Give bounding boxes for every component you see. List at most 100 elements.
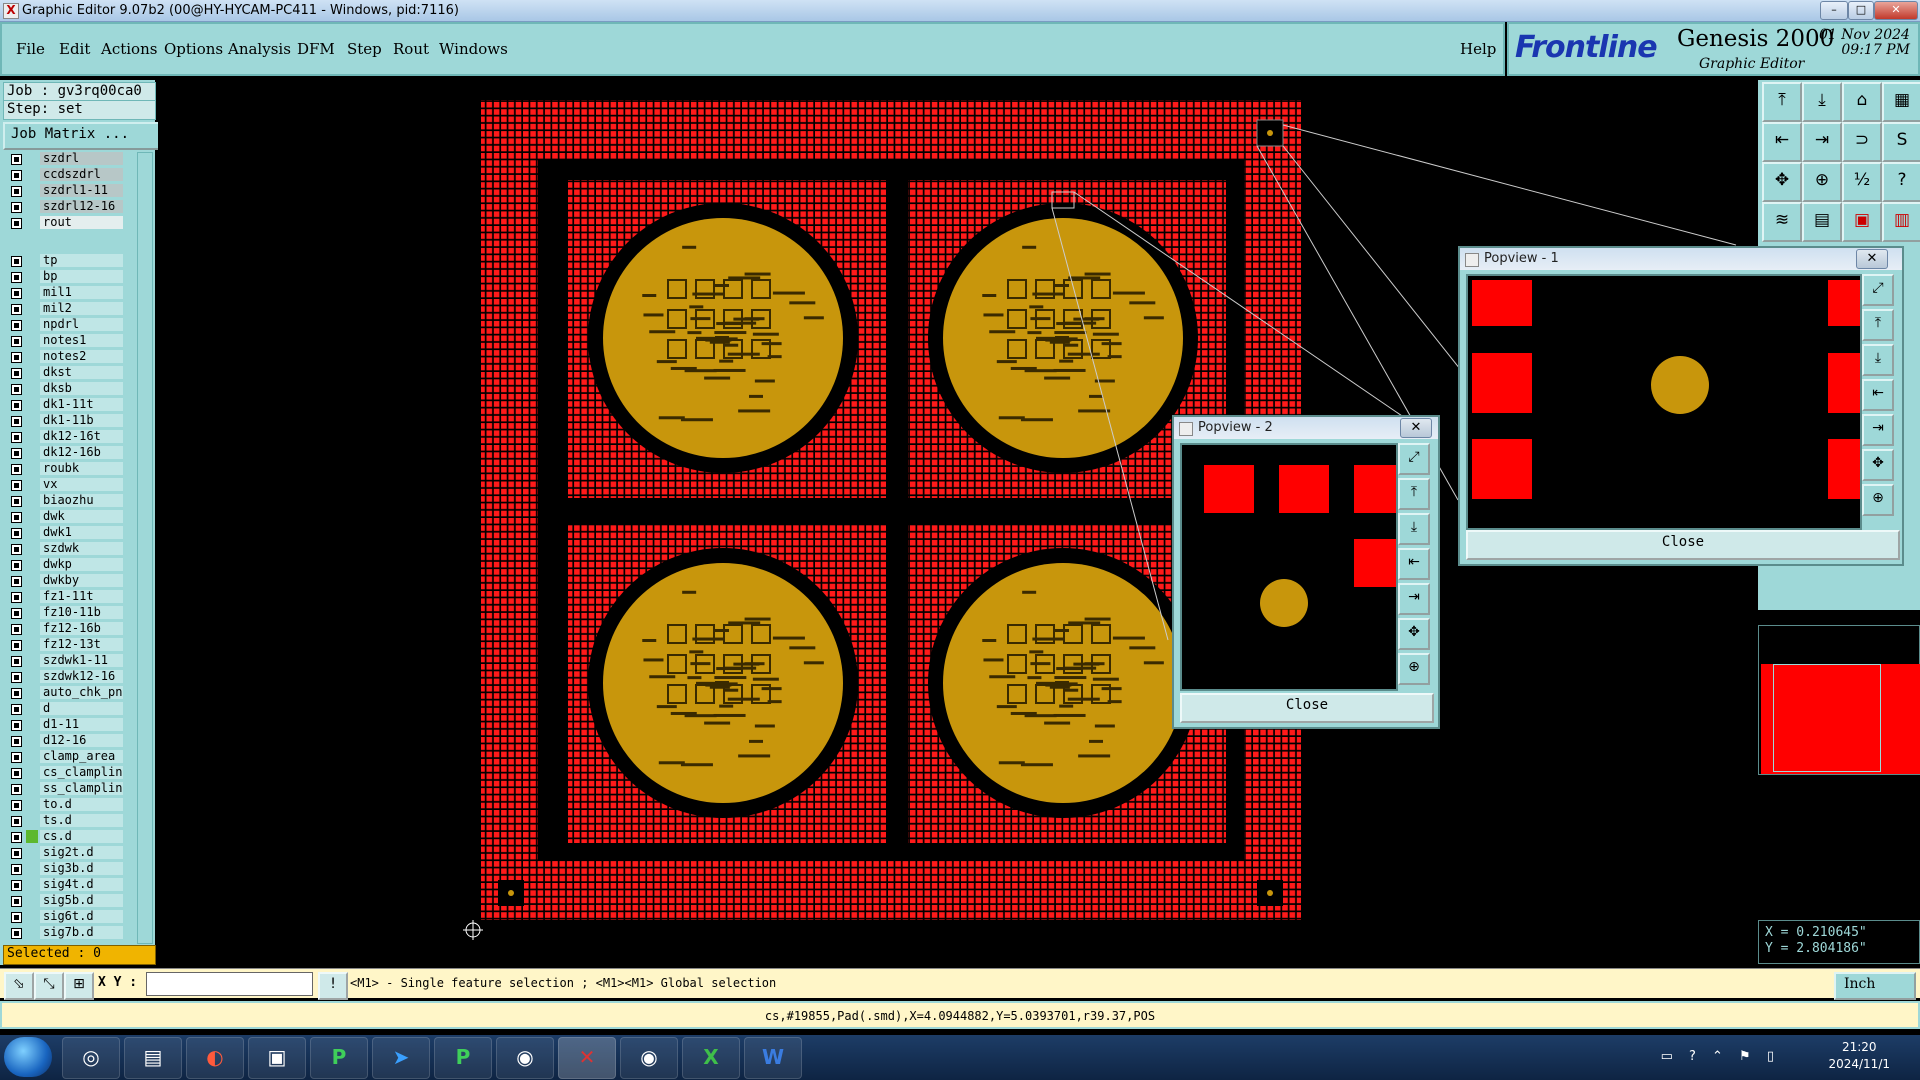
layer-row[interactable]: szdwk [3, 542, 123, 556]
layer-name[interactable]: ss_clamplin [40, 782, 123, 795]
layer-row[interactable]: ccdszdrl [3, 168, 123, 182]
layout-icon[interactable]: ▦ [1882, 82, 1920, 122]
layer-row[interactable]: clamp_area [3, 750, 123, 764]
layer-row[interactable]: notes1 [3, 334, 123, 348]
popview-2-canvas[interactable] [1180, 443, 1398, 691]
taskbar-arrow-icon[interactable]: ➤ [372, 1037, 430, 1079]
popview-1-tool-5-icon[interactable]: ⇥ [1862, 414, 1894, 446]
menu-step[interactable]: Step [347, 40, 382, 58]
display-mode-icon[interactable]: ▥ [1882, 202, 1920, 242]
layer-checkbox[interactable] [11, 218, 22, 229]
select-tool-icon[interactable]: ⬂ [4, 972, 34, 1000]
measure-icon[interactable]: ≋ [1762, 202, 1802, 242]
layer-name[interactable]: sig2t.d [40, 846, 123, 859]
layer-name[interactable]: to.d [40, 798, 123, 811]
popview-1-close-x[interactable]: ✕ [1856, 249, 1888, 269]
layer-name[interactable]: fz1-11t [40, 590, 123, 603]
popview-1-tool-7-icon[interactable]: ⊕ [1862, 484, 1894, 516]
layer-checkbox[interactable] [11, 170, 22, 181]
layer-checkbox[interactable] [11, 928, 22, 939]
layer-checkbox[interactable] [11, 496, 22, 507]
start-button[interactable] [4, 1037, 52, 1077]
layer-checkbox[interactable] [11, 544, 22, 555]
menu-windows[interactable]: Windows [439, 40, 508, 58]
layer-checkbox[interactable] [11, 432, 22, 443]
layer-name[interactable]: ccdszdrl [40, 168, 123, 181]
layer-checkbox[interactable] [11, 704, 22, 715]
layer-name[interactable]: cs.d [40, 830, 123, 843]
layer-checkbox[interactable] [11, 288, 22, 299]
layer-checkbox[interactable] [11, 400, 22, 411]
layer-checkbox[interactable] [11, 848, 22, 859]
layer-row[interactable]: sig2t.d [3, 846, 123, 860]
layer-row[interactable]: mil1 [3, 286, 123, 300]
layer-checkbox[interactable] [11, 624, 22, 635]
layer-name[interactable]: szdrl1-11 [40, 184, 123, 197]
layer-row[interactable]: szdrl1-11 [3, 184, 123, 198]
popview-1-canvas[interactable] [1466, 274, 1862, 530]
layer-checkbox[interactable] [11, 368, 22, 379]
layer-checkbox[interactable] [11, 336, 22, 347]
layer-checkbox[interactable] [11, 352, 22, 363]
layer-row[interactable]: szdrl [3, 152, 123, 166]
layer-name[interactable]: szdwk1-11 [40, 654, 123, 667]
layer-name[interactable]: biaozhu [40, 494, 123, 507]
taskbar-eye-icon[interactable]: ◉ [496, 1037, 554, 1079]
layer-row[interactable]: szdwk1-11 [3, 654, 123, 668]
layer-checkbox[interactable] [11, 592, 22, 603]
popview-2-close-x[interactable]: ✕ [1400, 418, 1432, 438]
menu-help[interactable]: Help [1460, 40, 1496, 58]
layer-name[interactable]: fz12-13t [40, 638, 123, 651]
home-view-icon[interactable]: ⌂ [1842, 82, 1882, 122]
taskbar-p2-icon[interactable]: P [434, 1037, 492, 1079]
xy-input[interactable] [146, 972, 313, 996]
layer-checkbox[interactable] [11, 512, 22, 523]
layer-name[interactable]: dwk1 [40, 526, 123, 539]
layer-checkbox[interactable] [11, 608, 22, 619]
layer-name[interactable]: szdrl12-16 [40, 200, 123, 213]
taskbar-notepad-icon[interactable]: ▤ [124, 1037, 182, 1079]
layer-name[interactable]: d1-11 [40, 718, 123, 731]
layer-row[interactable]: dksb [3, 382, 123, 396]
layer-name[interactable]: dk12-16t [40, 430, 123, 443]
popview-1-tool-2-icon[interactable]: ⤒ [1862, 309, 1894, 341]
layer-name[interactable]: rout [40, 216, 123, 229]
popview-2-tool-7-icon[interactable]: ⊕ [1398, 653, 1430, 685]
layer-checkbox[interactable] [11, 416, 22, 427]
help-icon[interactable]: ? [1882, 162, 1920, 202]
popview-2-tool-2-icon[interactable]: ⤒ [1398, 478, 1430, 510]
layer-checkbox[interactable] [11, 384, 22, 395]
snap-grid-icon[interactable]: ⊞ [64, 972, 94, 1000]
layer-checkbox[interactable] [11, 880, 22, 891]
layer-row[interactable]: ss_clamplin [3, 782, 123, 796]
layer-checkbox[interactable] [11, 304, 22, 315]
layer-row[interactable]: biaozhu [3, 494, 123, 508]
popview-2-tool-3-icon[interactable]: ⤓ [1398, 513, 1430, 545]
layer-checkbox[interactable] [11, 202, 22, 213]
measure-tool-icon[interactable]: ⤡ [34, 972, 64, 1000]
menu-actions[interactable]: Actions [101, 40, 157, 58]
layer-name[interactable]: d12-16 [40, 734, 123, 747]
layer-name[interactable]: vx [40, 478, 123, 491]
layer-row[interactable]: dkst [3, 366, 123, 380]
layer-row[interactable]: fz1-11t [3, 590, 123, 604]
layer-row[interactable]: szdwk12-16 [3, 670, 123, 684]
layer-checkbox[interactable] [11, 154, 22, 165]
minimize-button[interactable]: – [1820, 1, 1848, 20]
pan-left-icon[interactable]: ⇤ [1762, 122, 1802, 162]
layer-name[interactable]: dk1-11t [40, 398, 123, 411]
layer-checkbox[interactable] [11, 480, 22, 491]
menu-file[interactable]: File [16, 40, 45, 58]
grid-icon[interactable]: ▤ [1802, 202, 1842, 242]
layer-row[interactable]: d12-16 [3, 734, 123, 748]
layer-row[interactable]: ts.d [3, 814, 123, 828]
layer-row[interactable]: sig7b.d [3, 926, 123, 940]
layer-name[interactable]: szdwk12-16 [40, 670, 123, 683]
taskbar-p-icon[interactable]: P [310, 1037, 368, 1079]
route-icon[interactable]: S [1882, 122, 1920, 162]
pan-down-icon[interactable]: ⤓ [1802, 82, 1842, 122]
pan-right-icon[interactable]: ⇥ [1802, 122, 1842, 162]
layer-row[interactable]: dk1-11b [3, 414, 123, 428]
layer-name[interactable]: sig3b.d [40, 862, 123, 875]
layer-name[interactable]: szdwk [40, 542, 123, 555]
